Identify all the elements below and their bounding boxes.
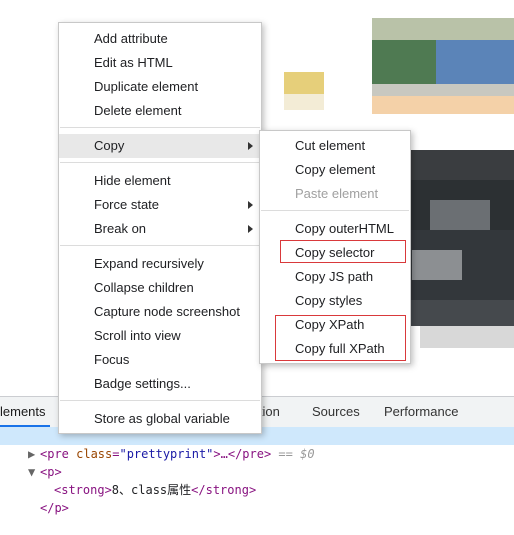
menu-item-label: Copy styles bbox=[295, 293, 363, 308]
pixelated-dark-image bbox=[430, 200, 490, 230]
menu-item-label: Badge settings... bbox=[94, 376, 191, 391]
menu-item-add-attribute[interactable]: Add attribute bbox=[59, 27, 261, 51]
menu-item-label: Break on bbox=[94, 221, 147, 236]
menu-item-expand-recursively[interactable]: Expand recursively bbox=[59, 252, 261, 276]
tag-rest: >…</pre> bbox=[213, 447, 272, 461]
menu-item-label: Force state bbox=[94, 197, 160, 212]
menu-item-label: Copy outerHTML bbox=[295, 221, 394, 236]
menu-item-label: Hide element bbox=[94, 173, 171, 188]
tag-p-close: </p> bbox=[40, 501, 69, 515]
menu-item-label: Paste element bbox=[295, 186, 379, 201]
submenu-item-copy-outerhtml[interactable]: Copy outerHTML bbox=[260, 217, 410, 241]
menu-item-label: Add attribute bbox=[94, 31, 168, 46]
menu-item-label: Delete element bbox=[94, 103, 182, 118]
submenu-item-copy-js-path[interactable]: Copy JS path bbox=[260, 265, 410, 289]
submenu-arrow-icon bbox=[248, 201, 253, 209]
menu-item-label: Duplicate element bbox=[94, 79, 199, 94]
menu-item-collapse-children[interactable]: Collapse children bbox=[59, 276, 261, 300]
menu-item-label: Edit as HTML bbox=[94, 55, 173, 70]
menu-item-break-on[interactable]: Break on bbox=[59, 217, 261, 241]
dom-node-p[interactable]: ▼ <p> bbox=[0, 445, 62, 479]
menu-item-label: Copy element bbox=[295, 162, 376, 177]
menu-item-label: Collapse children bbox=[94, 280, 194, 295]
submenu-item-copy-element[interactable]: Copy element bbox=[260, 158, 410, 182]
tab-performance[interactable]: Performance bbox=[384, 404, 458, 419]
tag-strong-close: </strong> bbox=[191, 483, 257, 497]
dom-node-strong[interactable]: <strong>8、class属性</strong> bbox=[0, 463, 256, 497]
annotation-box-copy-xpath bbox=[275, 315, 406, 361]
menu-item-label: Cut element bbox=[295, 138, 366, 153]
menu-item-focus[interactable]: Focus bbox=[59, 348, 261, 372]
menu-item-copy[interactable]: Copy bbox=[59, 134, 261, 158]
menu-item-capture-node-screenshot[interactable]: Capture node screenshot bbox=[59, 300, 261, 324]
pixelated-image-top bbox=[372, 84, 514, 96]
attr-name: class bbox=[76, 447, 113, 461]
tag-open: <pre bbox=[40, 447, 77, 461]
menu-item-label: Capture node screenshot bbox=[94, 304, 240, 319]
submenu-arrow-icon bbox=[248, 142, 253, 150]
pixelated-yellow bbox=[284, 94, 324, 110]
tag-p: <p> bbox=[40, 465, 62, 479]
attr-value: "prettyprint" bbox=[119, 447, 214, 461]
pixelated-yellow bbox=[284, 72, 324, 94]
menu-item-label: Copy JS path bbox=[295, 269, 374, 284]
selected-indicator: == $0 bbox=[271, 447, 315, 461]
dom-node-p-close: </p> bbox=[0, 481, 69, 515]
menu-item-delete-element[interactable]: Delete element bbox=[59, 99, 261, 123]
pixelated-image-top bbox=[436, 40, 514, 84]
context-menu: Add attribute Edit as HTML Duplicate ele… bbox=[58, 22, 262, 434]
submenu-arrow-icon bbox=[248, 225, 253, 233]
elements-dom-tree: ▶ <pre class="prettyprint">…</pre> == $0 … bbox=[0, 427, 514, 515]
submenu-item-cut-element[interactable]: Cut element bbox=[260, 134, 410, 158]
menu-item-label: Expand recursively bbox=[94, 256, 204, 271]
menu-item-label: Copy bbox=[94, 138, 125, 153]
annotation-box-copy-selector bbox=[280, 240, 406, 263]
menu-separator bbox=[60, 245, 260, 246]
menu-separator bbox=[261, 210, 409, 211]
menu-item-force-state[interactable]: Force state bbox=[59, 193, 261, 217]
menu-item-edit-as-html[interactable]: Edit as HTML bbox=[59, 51, 261, 75]
menu-item-label: Store as global variable bbox=[94, 411, 230, 426]
menu-separator bbox=[60, 127, 260, 128]
tab-sources[interactable]: Sources bbox=[312, 404, 360, 419]
menu-item-store-as-global-variable[interactable]: Store as global variable bbox=[59, 407, 261, 431]
expand-arrow-icon[interactable]: ▶ bbox=[28, 445, 35, 463]
pixelated-dark-image bbox=[420, 326, 514, 348]
menu-item-hide-element[interactable]: Hide element bbox=[59, 169, 261, 193]
collapse-arrow-icon[interactable]: ▼ bbox=[28, 463, 35, 481]
pixelated-dark-image bbox=[412, 250, 462, 280]
menu-item-duplicate-element[interactable]: Duplicate element bbox=[59, 75, 261, 99]
submenu-item-paste-element: Paste element bbox=[260, 182, 410, 206]
pixelated-image-top bbox=[372, 18, 514, 40]
menu-item-scroll-into-view[interactable]: Scroll into view bbox=[59, 324, 261, 348]
pixelated-image-top bbox=[372, 96, 514, 114]
menu-item-badge-settings[interactable]: Badge settings... bbox=[59, 372, 261, 396]
tag-strong-open: <strong> bbox=[54, 483, 112, 497]
tab-elements[interactable]: lements bbox=[0, 404, 46, 419]
menu-separator bbox=[60, 162, 260, 163]
menu-separator bbox=[60, 400, 260, 401]
submenu-item-copy-styles[interactable]: Copy styles bbox=[260, 289, 410, 313]
strong-text: 8、class属性 bbox=[111, 483, 192, 497]
menu-item-label: Scroll into view bbox=[94, 328, 181, 343]
menu-item-label: Focus bbox=[94, 352, 130, 367]
pixelated-image-top bbox=[372, 40, 436, 84]
